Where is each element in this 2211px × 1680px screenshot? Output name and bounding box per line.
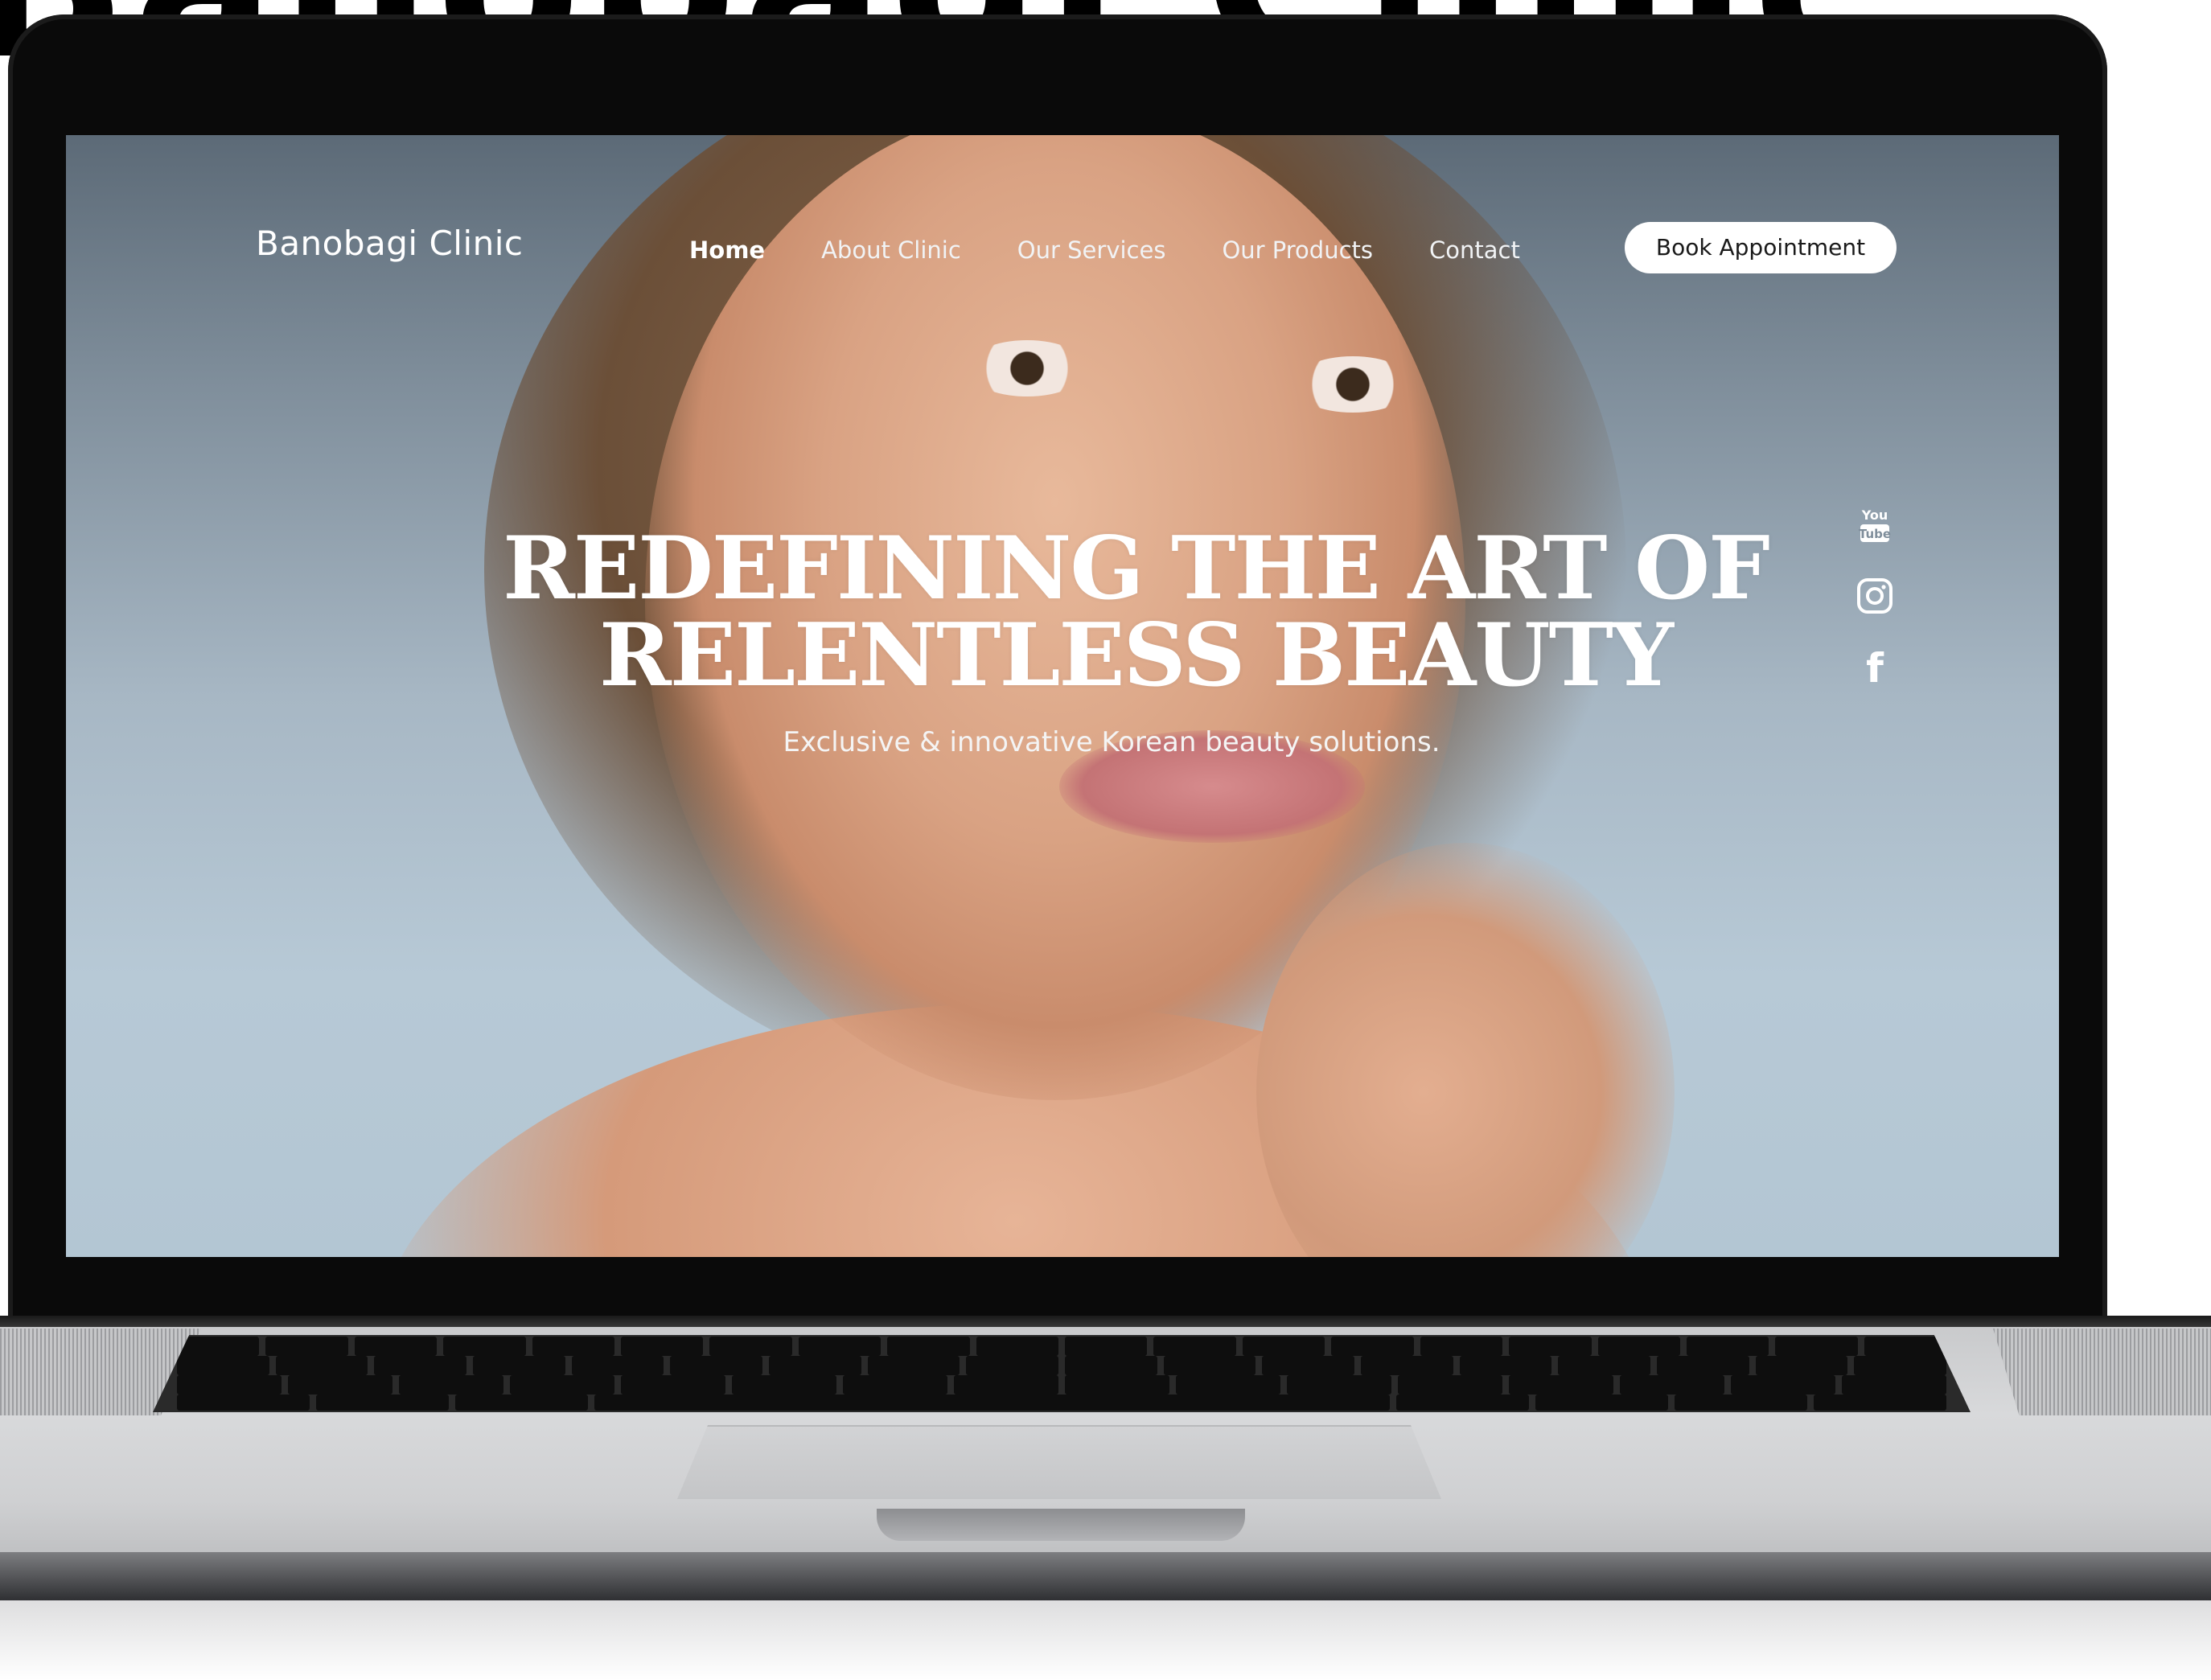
hero-title: REDEFINING THE ART OF RELENTLESS BEAUTY [66, 525, 2059, 699]
nav-contact[interactable]: Contact [1429, 236, 1520, 264]
laptop-trackpad [677, 1425, 1441, 1499]
svg-text:Tube: Tube [1859, 527, 1891, 541]
youtube-icon[interactable]: You Tube [1855, 503, 1895, 544]
laptop-reflection [0, 1600, 2211, 1680]
nav-our-services[interactable]: Our Services [1017, 236, 1166, 264]
speaker-grille-right [1993, 1329, 2211, 1415]
hero-subtitle: Exclusive & innovative Korean beauty sol… [783, 726, 1440, 758]
svg-text:f: f [1866, 647, 1884, 687]
device-mockup: Banobagi Clinic Banobagi Clinic Home Abo… [0, 0, 2211, 1680]
laptop-lid-notch [877, 1509, 1245, 1541]
book-appointment-button[interactable]: Book Appointment [1625, 222, 1897, 273]
instagram-icon[interactable] [1855, 576, 1895, 616]
laptop-base-edge [0, 1552, 2211, 1600]
hero-title-line-2: RELENTLESS BEAUTY [599, 605, 1674, 706]
keyboard-row [153, 1337, 1971, 1356]
laptop-lid: Banobagi Clinic Home About Clinic Our Se… [8, 14, 2107, 1333]
facebook-icon[interactable]: f [1855, 647, 1895, 687]
nav-our-products[interactable]: Our Products [1222, 236, 1373, 264]
website-screen: Banobagi Clinic Home About Clinic Our Se… [66, 135, 2059, 1257]
nav-home[interactable]: Home [689, 236, 765, 264]
keyboard-row [153, 1395, 1971, 1411]
hero-title-line-1: REDEFINING THE ART OF [503, 518, 1770, 619]
keyboard-row [153, 1356, 1971, 1375]
keyboard-row [153, 1375, 1971, 1395]
svg-text:You: You [1861, 507, 1888, 523]
hero-photo-eye [967, 340, 1087, 396]
hero-photo-eye [1292, 356, 1413, 413]
main-nav: Home About Clinic Our Services Our Produ… [689, 236, 1576, 264]
site-logo[interactable]: Banobagi Clinic [256, 224, 524, 263]
nav-about-clinic[interactable]: About Clinic [821, 236, 961, 264]
laptop-keyboard [153, 1335, 1971, 1412]
